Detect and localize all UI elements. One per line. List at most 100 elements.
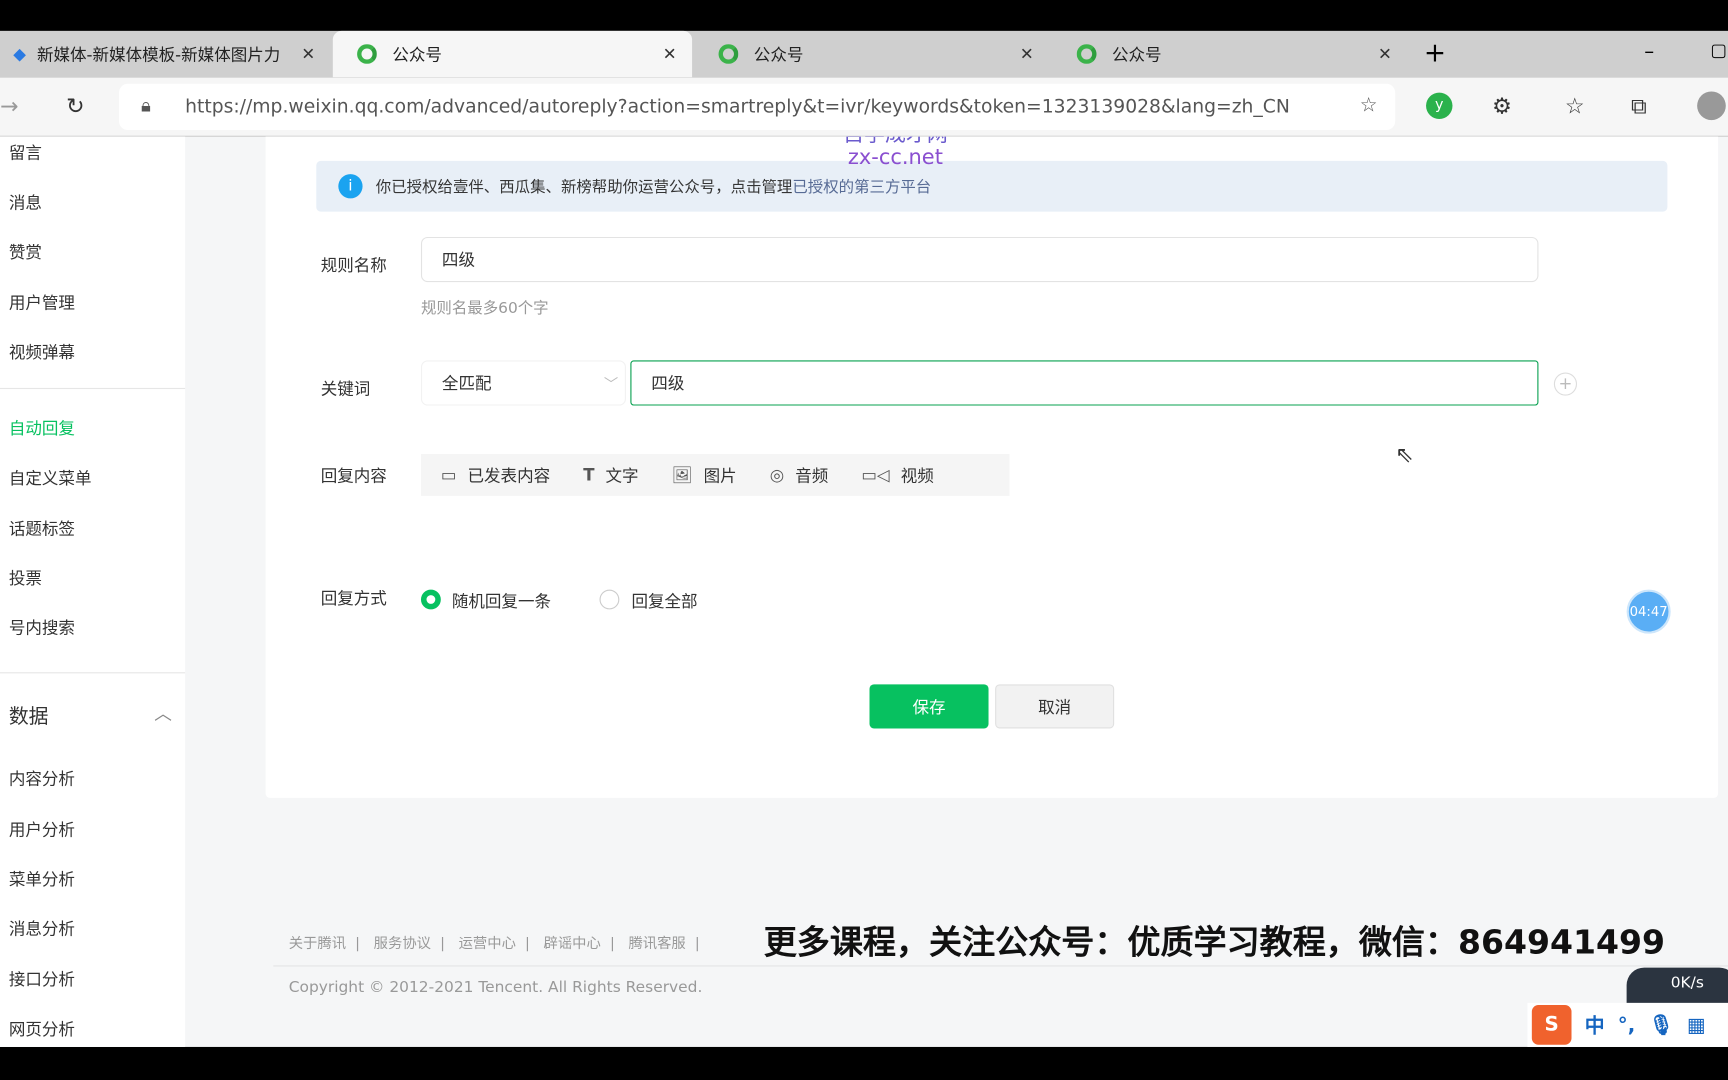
collections-icon[interactable]: ⧉ <box>1631 93 1647 119</box>
footer-link[interactable]: 运营中心 <box>459 936 516 953</box>
watermark-line: zx-cc.net <box>847 145 943 170</box>
match-mode-value: 全匹配 <box>441 373 492 394</box>
close-icon[interactable]: ✕ <box>1378 44 1392 64</box>
ime-mode[interactable]: 中 <box>1585 1011 1605 1040</box>
favorites-icon[interactable]: ☆ <box>1565 93 1585 119</box>
content-type-image[interactable]: 🖼︎ 图片 <box>672 463 737 486</box>
lock-icon: 🔒︎ <box>141 94 152 117</box>
radio-label: 随机回复一条 <box>451 591 552 612</box>
net-speed: 0K/s <box>1670 974 1704 992</box>
tab-title: 公众号 <box>392 44 442 65</box>
rule-name-input[interactable]: 四级 <box>420 236 1539 283</box>
footer-link[interactable]: 关于腾讯 <box>289 936 346 953</box>
sidebar-item[interactable]: 话题标签 <box>9 517 75 540</box>
cancel-button[interactable]: 取消 <box>995 684 1115 729</box>
sidebar-item[interactable]: 投票 <box>9 566 42 589</box>
tab-2[interactable]: 公众号 ✕ <box>332 30 693 78</box>
sidebar-item[interactable]: 自定义菜单 <box>9 466 92 489</box>
reply-content-label: 回复内容 <box>320 466 387 486</box>
notice-text: 你已授权给壹伴、西瓜集、新榜帮助你运营公众号，点击管理 <box>375 178 793 197</box>
new-tab-button[interactable]: + <box>1424 37 1446 68</box>
footer-link[interactable]: 辟谣中心 <box>544 936 601 953</box>
keyboard-icon[interactable]: ▦ <box>1687 1013 1706 1036</box>
footer-link[interactable]: 服务协议 <box>374 936 431 953</box>
maximize-button[interactable]: ▢ <box>1710 40 1727 61</box>
wechat-mp-icon <box>718 44 739 64</box>
close-icon[interactable]: ✕ <box>663 44 677 64</box>
keyword-value: 四级 <box>651 373 685 394</box>
sidebar-item[interactable]: 菜单分析 <box>9 867 75 890</box>
rule-form-card: i 你已授权给壹伴、西瓜集、新榜帮助你运营公众号，点击管理 已授权的第三方平台 规则… <box>265 136 1719 798</box>
add-keyword-button[interactable]: + <box>1553 372 1578 396</box>
forward-icon[interactable]: → <box>0 93 18 119</box>
microphone-icon[interactable]: 🎙︎ <box>1648 1013 1673 1036</box>
tab-4[interactable]: 公众号 ✕ <box>1052 31 1407 77</box>
content-type-toolbar: ▭ 已发表内容 T 文字 🖼︎ 图片 ◎ 音频 ▭◁ 视频 <box>420 454 1010 496</box>
timer-badge[interactable]: 04:47 <box>1626 589 1671 634</box>
sidebar-item[interactable]: 消息 <box>9 191 42 214</box>
keyword-label: 关键词 <box>320 379 371 399</box>
sidebar-item[interactable]: 接口分析 <box>9 968 75 991</box>
save-button[interactable]: 保存 <box>869 684 989 729</box>
tab-title: 公众号 <box>1111 44 1162 65</box>
radio-reply-all[interactable] <box>599 589 620 610</box>
content-type-video[interactable]: ▭◁ 视频 <box>861 463 933 486</box>
close-icon[interactable]: ✕ <box>1020 44 1034 64</box>
sidebar-item[interactable]: 视频弹幕 <box>9 341 75 364</box>
label: 音频 <box>795 465 829 486</box>
radio-random-reply[interactable] <box>420 589 441 610</box>
text-icon: T <box>583 465 595 485</box>
auth-notice: i 你已授权给壹伴、西瓜集、新榜帮助你运营公众号，点击管理 已授权的第三方平台 <box>316 160 1668 212</box>
reload-icon[interactable]: ↻ <box>66 93 84 119</box>
sidebar-item-active[interactable]: 自动回复 <box>9 417 75 440</box>
ime-toolbar: S 中 °, 🎙︎ ▦ <box>1527 1002 1728 1047</box>
extension-icon[interactable]: y <box>1426 92 1453 120</box>
sidebar-item[interactable]: 内容分析 <box>9 767 75 790</box>
keyword-input[interactable]: 四级 <box>630 360 1539 406</box>
sidebar-item[interactable]: 号内搜索 <box>9 616 75 639</box>
content-type-published[interactable]: ▭ 已发表内容 <box>441 463 550 486</box>
address-bar-row: → ↻ 🔒︎ https://mp.weixin.qq.com/advanced/… <box>0 77 1728 137</box>
published-icon: ▭ <box>440 465 457 485</box>
tab-title: 公众号 <box>753 44 804 65</box>
favorite-add-icon[interactable]: ☆ <box>1360 94 1378 117</box>
wechat-mp-icon <box>357 44 377 64</box>
sidebar-item[interactable]: 留言 <box>9 141 42 164</box>
match-mode-select[interactable]: 全匹配 ﹀ <box>420 360 626 406</box>
minimize-button[interactable]: – <box>1644 40 1654 63</box>
video-caption-overlay: 更多课程，关注公众号：优质学习教程，微信：864941499 <box>763 923 1666 963</box>
profile-avatar[interactable] <box>1697 91 1726 121</box>
tab-3[interactable]: 公众号 ✕ <box>694 31 1049 77</box>
content-type-text[interactable]: T 文字 <box>583 463 638 486</box>
audio-icon: ◎ <box>769 465 785 485</box>
sidebar-item[interactable]: 用户管理 <box>9 291 75 314</box>
copyright: Copyright © 2012-2021 Tencent. All Right… <box>288 978 703 997</box>
image-icon: 🖼︎ <box>671 465 693 485</box>
extensions-icon[interactable]: ⚙ <box>1492 93 1512 119</box>
sidebar: 留言 消息 赞赏 用户管理 视频弹幕 自动回复 自定义菜单 话题标签 投票 号内… <box>0 136 186 1047</box>
url-input[interactable]: 🔒︎ https://mp.weixin.qq.com/advanced/auto… <box>119 83 1396 131</box>
radio-label: 回复全部 <box>631 591 698 612</box>
sogou-logo-icon[interactable]: S <box>1531 1005 1572 1045</box>
chevron-up-icon[interactable]: ︿ <box>154 699 172 725</box>
rule-name-label: 规则名称 <box>320 255 387 276</box>
ime-punctuation[interactable]: °, <box>1618 1013 1635 1036</box>
url-text: https://mp.weixin.qq.com/advanced/autore… <box>185 95 1290 118</box>
wechat-mp-icon <box>1076 44 1097 64</box>
mouse-cursor: ⇖ <box>1395 440 1414 468</box>
sidebar-item[interactable]: 网页分析 <box>9 1017 75 1040</box>
sidebar-item[interactable]: 赞赏 <box>9 240 42 263</box>
video-icon: ▭◁ <box>861 465 890 485</box>
close-icon[interactable]: ✕ <box>301 44 315 64</box>
tab-1[interactable]: ◆ 新媒体-新媒体模板-新媒体图片力 ✕ <box>0 31 331 77</box>
rule-name-hint: 规则名最多60个字 <box>420 299 549 318</box>
chevron-down-icon: ﹀ <box>603 376 619 394</box>
sidebar-item[interactable]: 消息分析 <box>9 917 75 940</box>
content-type-audio[interactable]: ◎ 音频 <box>770 463 829 486</box>
footer-link[interactable]: 腾讯客服 <box>628 936 685 953</box>
sidebar-item[interactable]: 用户分析 <box>9 818 75 841</box>
sidebar-section-data[interactable]: 数据 <box>9 701 49 730</box>
page: 留言 消息 赞赏 用户管理 视频弹幕 自动回复 自定义菜单 话题标签 投票 号内… <box>0 136 1728 1047</box>
tab-title: 新媒体-新媒体模板-新媒体图片力 <box>36 44 281 65</box>
third-party-link[interactable]: 已授权的第三方平台 <box>792 175 931 197</box>
